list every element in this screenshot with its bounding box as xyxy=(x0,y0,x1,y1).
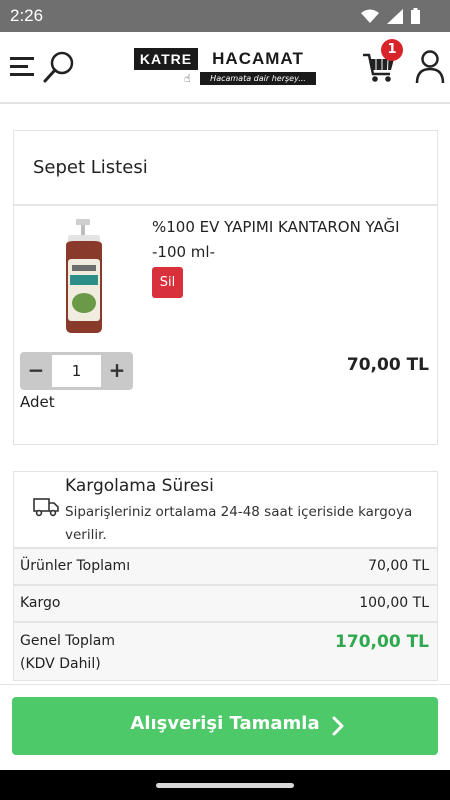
grand-total-label-line2: (KDV Dahil) xyxy=(20,656,101,672)
item-price: 70,00 TL xyxy=(346,355,429,375)
delete-item-button[interactable]: Sil xyxy=(152,267,183,298)
decrease-quantity-button[interactable]: − xyxy=(20,352,52,390)
status-bar: 2:26 xyxy=(0,0,450,32)
product-name[interactable]: %100 EV YAPIMI KANTARON YAĞI -100 ml- xyxy=(152,215,432,265)
quantity-stepper: − 1 + xyxy=(20,352,133,390)
quantity-unit-label: Adet xyxy=(20,393,55,411)
complete-purchase-label: Alışverişi Tamamla xyxy=(12,713,438,734)
system-icons xyxy=(361,8,420,24)
products-total-value: 70,00 TL xyxy=(368,558,429,574)
checkout-bar: Alışverişi Tamamla xyxy=(0,684,450,770)
shipping-cost-label: Kargo xyxy=(20,595,61,611)
complete-purchase-button[interactable]: Alışverişi Tamamla xyxy=(12,697,438,755)
shipping-time-description: Siparişleriniz ortalama 24-48 saat içeri… xyxy=(65,504,413,543)
cart-list-title: Sepet Listesi xyxy=(33,157,148,178)
order-summary-panel: Kargolama Süresi Siparişleriniz ortalama… xyxy=(13,471,438,681)
quantity-input[interactable]: 1 xyxy=(52,355,101,387)
logo-text-right: HACAMAT xyxy=(212,49,304,68)
grand-total-label: Genel Toplam (KDV Dahil) xyxy=(20,630,115,676)
cart-list-panel: Sepet Listesi %100 EV YAPIMI KANTARON YA… xyxy=(13,130,438,445)
shipping-cost-value: 100,00 TL xyxy=(359,595,429,611)
app-header: KATRE HACAMAT ☝ Hacamata dair herşey... … xyxy=(0,32,450,104)
products-total-row: Ürünler Toplamı 70,00 TL xyxy=(14,547,437,584)
status-time: 2:26 xyxy=(10,6,44,25)
grand-total-label-line1: Genel Toplam xyxy=(20,633,116,649)
shipping-time-title: Kargolama Süresi xyxy=(65,476,214,496)
cart-count-badge: 1 xyxy=(381,39,403,61)
hand-pointer-icon: ☝ xyxy=(184,72,191,85)
home-gesture-handle[interactable] xyxy=(156,783,294,788)
product-image[interactable] xyxy=(54,219,114,334)
search-icon[interactable] xyxy=(42,50,76,84)
menu-icon[interactable] xyxy=(10,55,36,79)
brand-logo[interactable]: KATRE HACAMAT ☝ Hacamata dair herşey... xyxy=(134,48,316,88)
cart-list-header: Sepet Listesi xyxy=(14,131,437,206)
signal-icon xyxy=(387,8,403,24)
battery-icon xyxy=(411,8,420,24)
increase-quantity-button[interactable]: + xyxy=(101,352,133,390)
user-icon[interactable] xyxy=(415,49,445,85)
grand-total-value: 170,00 TL xyxy=(335,632,429,652)
chevron-right-icon xyxy=(332,716,344,736)
logo-tagline: Hacamata dair herşey... xyxy=(200,72,316,85)
complete-purchase-text: Alışverişi Tamamla xyxy=(130,713,320,734)
grand-total-row: Genel Toplam (KDV Dahil) 170,00 TL xyxy=(14,621,437,680)
truck-icon xyxy=(33,498,59,517)
system-navigation-bar xyxy=(0,770,450,800)
products-total-label: Ürünler Toplamı xyxy=(20,558,131,574)
wifi-icon xyxy=(361,9,379,23)
logo-text-left: KATRE xyxy=(134,48,198,70)
shipping-cost-row: Kargo 100,00 TL xyxy=(14,584,437,621)
